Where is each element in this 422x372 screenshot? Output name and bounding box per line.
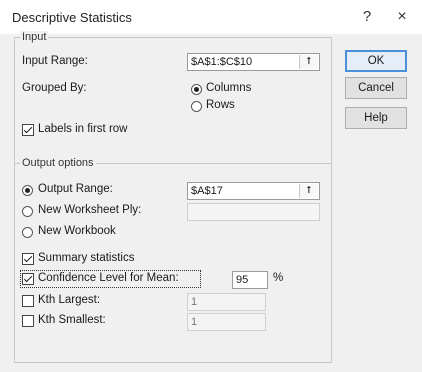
dialog-title: Descriptive Statistics	[12, 10, 132, 25]
grouped-by-label: Grouped By:	[22, 82, 87, 94]
descriptive-statistics-dialog: Descriptive Statistics ? × Input Input R…	[0, 0, 422, 372]
kth-smallest-label[interactable]: Kth Smallest:	[38, 314, 106, 326]
input-range-label: Input Range:	[22, 55, 88, 67]
output-options-legend: Output options	[20, 157, 96, 169]
columns-radio[interactable]	[191, 84, 202, 95]
new-worksheet-field[interactable]	[187, 203, 320, 221]
kth-largest-value: 1	[191, 296, 198, 308]
new-workbook-radio[interactable]	[22, 227, 33, 238]
output-range-collapse-icon[interactable]: ⭡	[299, 184, 318, 198]
new-worksheet-radio[interactable]	[22, 206, 33, 217]
input-group-legend: Input	[20, 31, 49, 43]
new-worksheet-label[interactable]: New Worksheet Ply:	[38, 204, 141, 216]
output-range-radio[interactable]	[22, 185, 33, 196]
kth-largest-checkbox[interactable]	[22, 295, 34, 307]
confidence-level-label[interactable]: Confidence Level for Mean:	[38, 272, 179, 284]
rows-radio-label[interactable]: Rows	[206, 99, 235, 111]
rows-radio[interactable]	[191, 101, 202, 112]
input-range-value: $A$1:$C$10	[191, 56, 253, 68]
kth-largest-field[interactable]: 1	[187, 293, 266, 311]
cancel-button[interactable]: Cancel	[345, 77, 407, 99]
kth-smallest-value: 1	[191, 316, 198, 328]
ok-button[interactable]: OK	[345, 50, 407, 72]
kth-smallest-field[interactable]: 1	[187, 313, 266, 331]
confidence-level-value: 95	[236, 274, 249, 286]
labels-first-row-checkbox[interactable]	[22, 124, 34, 136]
confidence-level-checkbox[interactable]	[22, 273, 34, 285]
kth-smallest-checkbox[interactable]	[22, 315, 34, 327]
confidence-level-field[interactable]: 95	[232, 271, 268, 289]
help-icon[interactable]: ?	[358, 8, 376, 25]
labels-first-row-label[interactable]: Labels in first row	[38, 123, 127, 135]
input-range-field[interactable]: $A$1:$C$10 ⭡	[187, 53, 320, 71]
output-range-field[interactable]: $A$17 ⭡	[187, 182, 320, 200]
percent-sign: %	[273, 272, 284, 284]
columns-radio-label[interactable]: Columns	[206, 82, 251, 94]
close-icon[interactable]: ×	[393, 8, 411, 26]
title-bar: Descriptive Statistics ? ×	[0, 0, 422, 34]
help-button[interactable]: Help	[345, 107, 407, 129]
output-range-label[interactable]: Output Range:	[38, 183, 113, 195]
input-range-collapse-icon[interactable]: ⭡	[299, 55, 318, 69]
summary-statistics-checkbox[interactable]	[22, 253, 34, 265]
output-range-value: $A$17	[191, 185, 223, 197]
new-workbook-label[interactable]: New Workbook	[38, 225, 116, 237]
kth-largest-label[interactable]: Kth Largest:	[38, 294, 100, 306]
summary-statistics-label[interactable]: Summary statistics	[38, 252, 135, 264]
